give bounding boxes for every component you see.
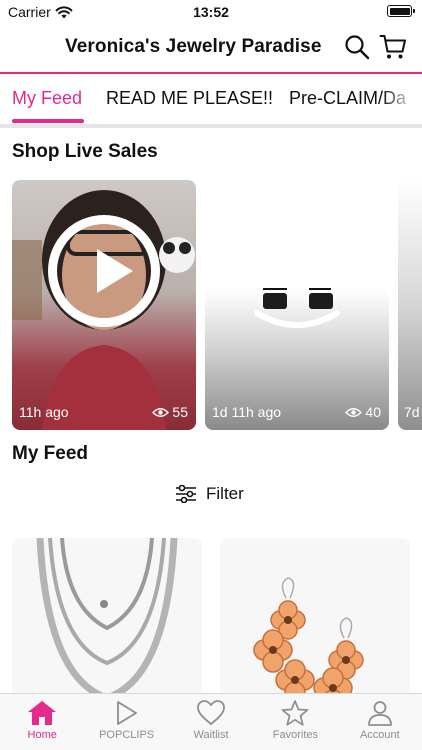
tab-my-feed[interactable]: My Feed <box>12 88 82 109</box>
earrings-image <box>253 577 364 708</box>
filter-icon <box>176 485 196 503</box>
live-sale-age: 1d 11h ago <box>212 404 282 420</box>
bottom-tab-bar: Home POPCLIPS Waitlist Favorites Account <box>0 693 422 750</box>
jewelry-image <box>254 293 340 328</box>
heart-icon <box>197 700 225 726</box>
header: Veronica's Jewelry Paradise <box>0 28 422 68</box>
nav-account[interactable]: Account <box>338 694 422 750</box>
filter-label: Filter <box>206 484 244 503</box>
play-icon <box>97 249 133 293</box>
eye-icon <box>345 407 363 417</box>
nav-waitlist[interactable]: Waitlist <box>169 694 253 750</box>
cart-icon <box>379 35 406 59</box>
battery-icon <box>387 5 415 17</box>
tabs-fade <box>382 74 422 124</box>
tab-read-me-please[interactable]: READ ME PLEASE!! <box>106 88 273 109</box>
view-count: 55 <box>152 404 188 420</box>
nav-popclips-label: POPCLIPS <box>99 729 155 741</box>
play-icon <box>116 701 137 725</box>
nav-waitlist-label: Waitlist <box>193 729 229 741</box>
live-sale-meta: 1d 11h ago 40 <box>212 404 381 420</box>
live-sale-card[interactable]: 1d 11h ago 40 <box>205 180 389 430</box>
nav-account-label: Account <box>359 729 400 741</box>
category-tabs: My Feed READ ME PLEASE!! Pre-CLAIM/Da <box>0 72 422 124</box>
view-count: 40 <box>345 404 381 420</box>
feed-product-card[interactable] <box>12 538 202 708</box>
cart-button[interactable] <box>378 32 408 62</box>
search-icon <box>345 35 370 60</box>
tabs-divider <box>0 124 422 128</box>
feed-product-card[interactable] <box>220 538 410 708</box>
eye-icon <box>152 407 170 417</box>
star-icon <box>282 700 309 726</box>
feed-title: My Feed <box>12 443 89 464</box>
necklace-image <box>36 538 178 702</box>
person-icon <box>367 701 392 726</box>
nav-favorites[interactable]: Favorites <box>253 694 337 750</box>
nav-home-label: Home <box>27 729 57 741</box>
live-sale-age: 7d <box>404 404 420 420</box>
store-title: Veronica's Jewelry Paradise <box>65 36 322 57</box>
view-count-value: 55 <box>172 404 188 420</box>
status-bar: Carrier 13:52 <box>0 0 422 24</box>
live-sale-card[interactable]: 7d <box>398 180 422 430</box>
live-sales-title: Shop Live Sales <box>12 141 158 162</box>
nav-favorites-label: Favorites <box>272 729 319 741</box>
view-count-value: 40 <box>365 404 381 420</box>
product-thumbnail <box>263 288 331 290</box>
live-sale-meta: 7d <box>404 404 422 420</box>
nav-home[interactable]: Home <box>0 694 84 750</box>
active-tab-indicator <box>12 119 84 123</box>
nav-popclips[interactable]: POPCLIPS <box>84 694 168 750</box>
clock: 13:52 <box>193 4 229 20</box>
search-button[interactable] <box>342 32 372 62</box>
play-button[interactable] <box>48 215 160 327</box>
filter-button[interactable]: Filter <box>176 484 244 504</box>
live-sale-age: 11h ago <box>19 404 69 420</box>
live-sale-card[interactable]: 11h ago 55 <box>12 180 196 430</box>
live-sale-meta: 11h ago 55 <box>19 404 188 420</box>
home-icon <box>28 701 57 725</box>
